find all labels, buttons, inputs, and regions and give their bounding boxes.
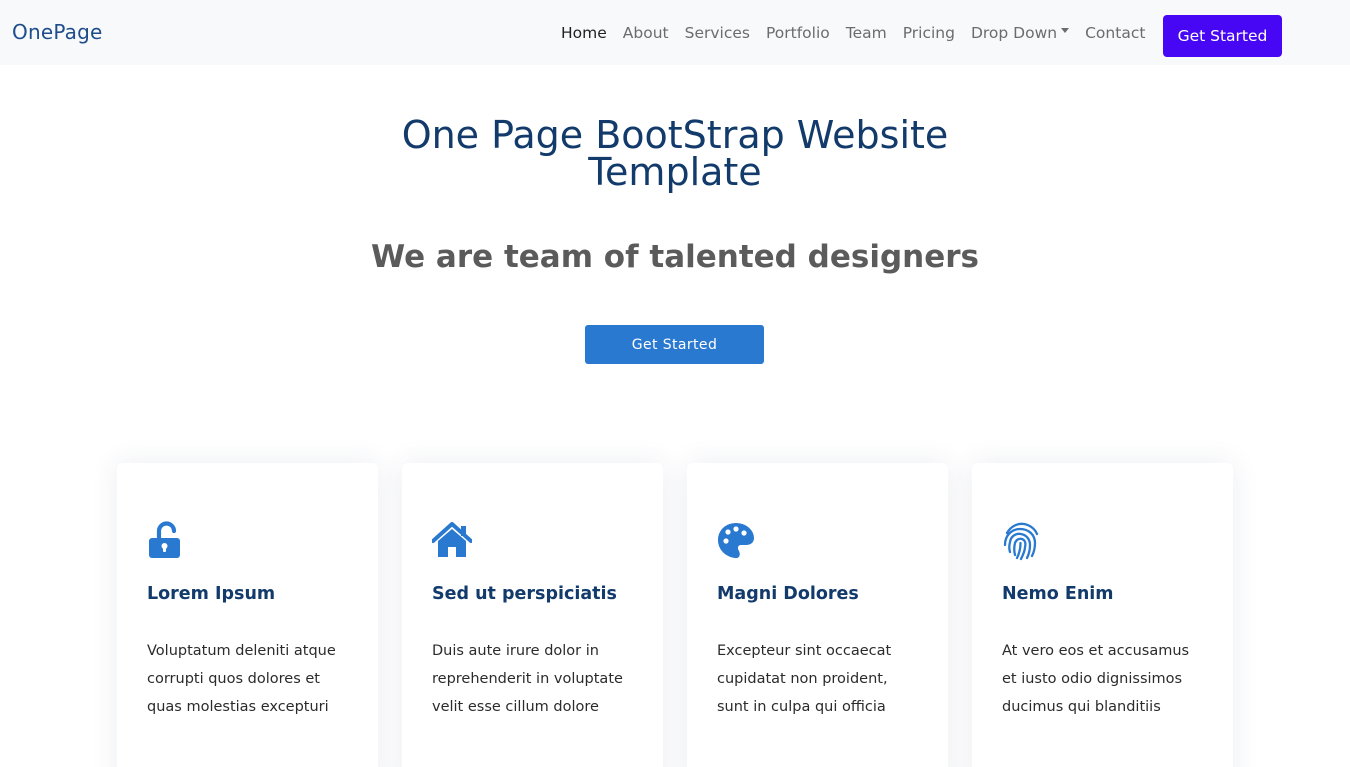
- hero-title: One Page BootStrap Website Template: [0, 116, 1350, 194]
- feature-card-lorem-ipsum: Lorem Ipsum Voluptatum deleniti atque co…: [117, 463, 378, 767]
- top-navbar: OnePage Home About Services Portfolio Te…: [0, 0, 1350, 65]
- lock-open-icon: [147, 521, 187, 561]
- feature-title: Magni Dolores: [717, 584, 859, 604]
- nav-link-home[interactable]: Home: [553, 24, 615, 42]
- fingerprint-icon: [1002, 521, 1042, 561]
- feature-description: Voluptatum deleniti atque corrupti quos …: [147, 643, 336, 715]
- caret-down-icon: [1061, 28, 1070, 33]
- house-icon: [432, 521, 472, 561]
- hero-subtitle: We are team of talented designers: [371, 239, 979, 275]
- feature-title: Sed ut perspiciatis: [432, 584, 617, 604]
- nav-link-dropdown[interactable]: Drop Down: [963, 24, 1077, 42]
- palette-icon: [717, 521, 757, 561]
- feature-description: Duis aute irure dolor in reprehenderit i…: [432, 643, 623, 715]
- feature-card-sed-ut-perspiciatis: Sed ut perspiciatis Duis aute irure dolo…: [402, 463, 663, 767]
- feature-title: Lorem Ipsum: [147, 584, 276, 604]
- nav-link-contact[interactable]: Contact: [1077, 24, 1153, 42]
- nav-link-dropdown-label: Drop Down: [970, 23, 1058, 42]
- hero-title-line2: Template: [588, 150, 762, 194]
- nav-link-portfolio[interactable]: Portfolio: [758, 24, 838, 42]
- feature-card-magni-dolores: Magni Dolores Excepteur sint occaecat cu…: [687, 463, 948, 767]
- feature-description: Excepteur sint occaecat cupidatat non pr…: [717, 643, 892, 715]
- nav-link-services[interactable]: Services: [677, 24, 758, 42]
- feature-card-nemo-enim: Nemo Enim At vero eos et accusamus et iu…: [972, 463, 1233, 767]
- feature-title: Nemo Enim: [1002, 584, 1114, 604]
- nav-menu: Home About Services Portfolio Team Prici…: [553, 0, 1153, 65]
- brand-logo[interactable]: OnePage: [12, 20, 103, 44]
- hero-get-started-button[interactable]: Get Started: [585, 325, 764, 364]
- nav-link-pricing[interactable]: Pricing: [895, 24, 963, 42]
- nav-get-started-button[interactable]: Get Started: [1163, 15, 1282, 57]
- nav-link-team[interactable]: Team: [838, 24, 895, 42]
- nav-link-about[interactable]: About: [615, 24, 677, 42]
- feature-description: At vero eos et accusamus et iusto odio d…: [1002, 643, 1190, 715]
